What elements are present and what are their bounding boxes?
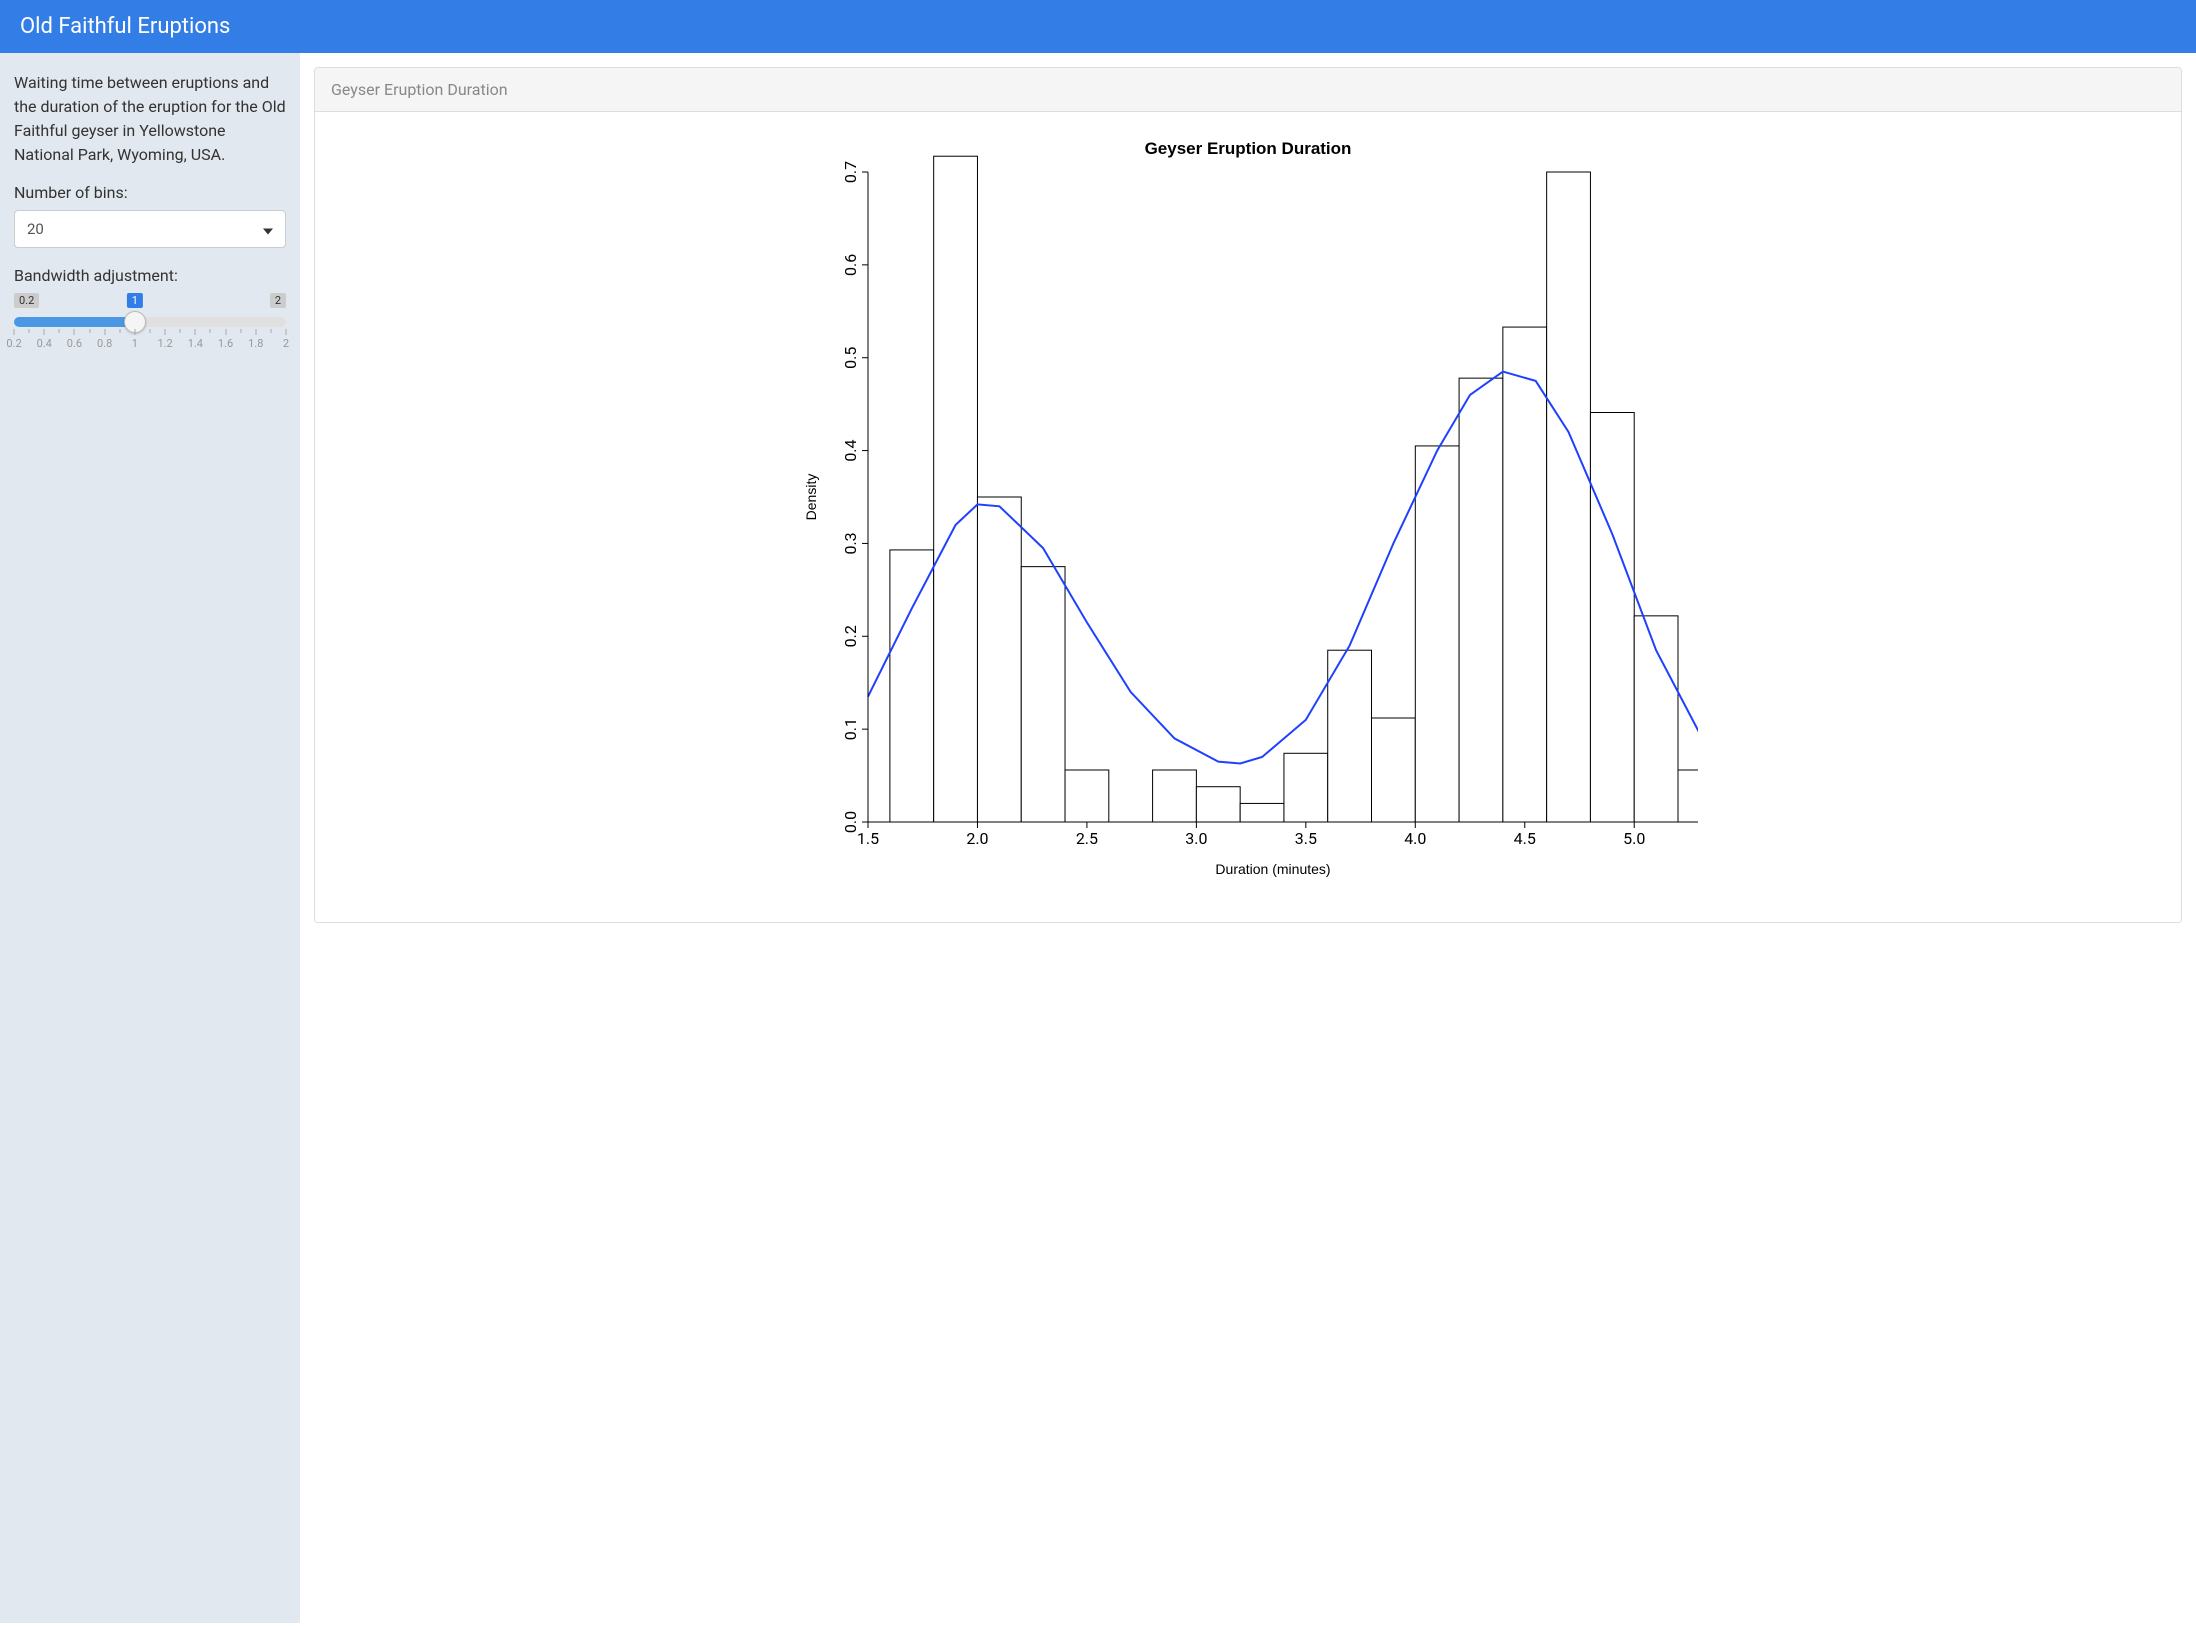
svg-text:0.2: 0.2 [841, 625, 860, 647]
bins-select[interactable]: 20 [14, 210, 286, 248]
svg-text:Duration (minutes): Duration (minutes) [1215, 861, 1330, 877]
svg-text:0.5: 0.5 [841, 347, 860, 369]
panel-header: Geyser Eruption Duration [315, 68, 2181, 112]
slider-min-badge: 0.2 [14, 293, 39, 308]
bins-group: Number of bins: 20 [14, 183, 286, 248]
navbar-title: Old Faithful Eruptions [20, 14, 230, 39]
navbar: Old Faithful Eruptions [0, 0, 2196, 53]
slider-fill [14, 317, 135, 327]
svg-text:Density: Density [803, 474, 819, 521]
sidebar: Waiting time between eruptions and the d… [0, 53, 300, 1623]
bins-label: Number of bins: [14, 183, 286, 202]
slider-track[interactable] [14, 317, 286, 327]
svg-text:4.5: 4.5 [1514, 829, 1536, 848]
bandwidth-group: Bandwidth adjustment: 0.2 1 2 0.20.40.60… [14, 266, 286, 355]
svg-text:Geyser Eruption Duration: Geyser Eruption Duration [1145, 139, 1352, 158]
panel-body: Geyser Eruption Duration 1.5 2.0 2.5 3.0 3.5 4… [315, 112, 2181, 922]
main: Geyser Eruption Duration Geyser Eruption… [300, 53, 2196, 1623]
svg-text:4.0: 4.0 [1404, 829, 1426, 848]
slider-max-badge: 2 [270, 293, 286, 308]
svg-text:2.5: 2.5 [1076, 829, 1098, 848]
svg-text:0.7: 0.7 [841, 161, 860, 183]
slider-ticks: 0.20.40.60.811.21.41.61.82 [14, 329, 286, 355]
slider-value-badge: 1 [127, 293, 143, 308]
slider-labels: 0.2 1 2 [14, 293, 286, 311]
svg-text:0.0: 0.0 [841, 811, 860, 833]
svg-text:3.5: 3.5 [1295, 829, 1317, 848]
svg-text:0.3: 0.3 [841, 532, 860, 554]
main-panel: Geyser Eruption Duration Geyser Eruption… [314, 67, 2182, 923]
svg-text:1.5: 1.5 [857, 829, 879, 848]
svg-text:3.0: 3.0 [1185, 829, 1207, 848]
svg-text:0.6: 0.6 [841, 254, 860, 276]
histogram-chart: Geyser Eruption Duration 1.5 2.0 2.5 3.0 3.5 4… [798, 132, 1698, 892]
caret-down-icon [263, 220, 273, 239]
svg-text:5.0: 5.0 [1623, 829, 1645, 848]
bins-value: 20 [27, 220, 44, 238]
svg-text:2.0: 2.0 [966, 829, 988, 848]
svg-text:0.4: 0.4 [841, 439, 860, 461]
bandwidth-slider[interactable]: 0.2 1 2 0.20.40.60.811.21.41.61.82 [14, 293, 286, 355]
sidebar-description: Waiting time between eruptions and the d… [14, 71, 286, 167]
svg-text:0.1: 0.1 [841, 718, 860, 740]
bandwidth-label: Bandwidth adjustment: [14, 266, 286, 285]
app-container: Waiting time between eruptions and the d… [0, 53, 2196, 1623]
